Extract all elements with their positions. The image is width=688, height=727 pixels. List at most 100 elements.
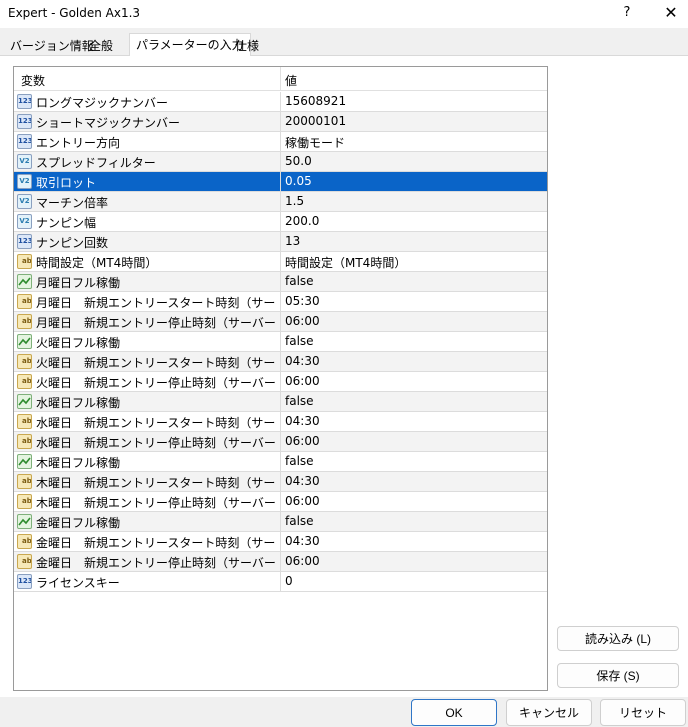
- column-divider: [280, 112, 281, 132]
- parameter-value[interactable]: 20000101: [285, 114, 540, 128]
- table-row[interactable]: 月曜日フル稼働 false: [14, 272, 547, 292]
- column-divider: [280, 272, 281, 292]
- parameter-name: 月曜日 新規エントリースタート時刻（サーバー時…: [36, 296, 276, 310]
- table-row[interactable]: 123 ナンピン回数 13: [14, 232, 547, 252]
- table-row[interactable]: 金曜日フル稼働 false: [14, 512, 547, 532]
- parameter-value[interactable]: 06:00: [285, 314, 540, 328]
- parameter-value[interactable]: false: [285, 454, 540, 468]
- reset-button[interactable]: リセット: [600, 699, 686, 726]
- parameter-name: 金曜日 新規エントリー停止時刻（サーバー時…: [36, 556, 276, 570]
- parameter-value[interactable]: 0.05: [285, 174, 540, 188]
- parameter-name: 金曜日 新規エントリースタート時刻（サーバー時…: [36, 536, 276, 550]
- tab-bar: バージョン情報 全般 パラメーターの入力 仕様: [0, 28, 688, 57]
- column-divider: [280, 312, 281, 332]
- parameter-name: 月曜日 新規エントリー停止時刻（サーバー時…: [36, 316, 276, 330]
- parameter-value[interactable]: 50.0: [285, 154, 540, 168]
- integer-type-icon: 123: [17, 234, 32, 249]
- column-header-value[interactable]: 値: [285, 72, 297, 89]
- window-title: Expert - Golden Ax1.3: [8, 6, 141, 20]
- double-type-icon: V2: [17, 154, 32, 169]
- parameter-name: 月曜日フル稼働: [36, 276, 121, 290]
- parameter-value[interactable]: 時間設定（MT4時間）: [285, 254, 540, 271]
- table-row[interactable]: V2 取引ロット 0.05: [14, 172, 547, 192]
- parameter-value[interactable]: false: [285, 394, 540, 408]
- tab-specification[interactable]: 仕様: [231, 37, 263, 56]
- parameter-value[interactable]: 04:30: [285, 534, 540, 548]
- close-icon[interactable]: ✕: [656, 1, 686, 25]
- parameter-value[interactable]: 05:30: [285, 294, 540, 308]
- string-type-icon: ab: [17, 254, 32, 269]
- string-type-icon: ab: [17, 374, 32, 389]
- table-row[interactable]: V2 マーチン倍率 1.5: [14, 192, 547, 212]
- parameter-value[interactable]: 06:00: [285, 434, 540, 448]
- table-row[interactable]: ab 木曜日 新規エントリー停止時刻（サーバー時… 06:00: [14, 492, 547, 512]
- column-divider: [280, 67, 281, 91]
- table-row[interactable]: V2 スプレッドフィルター 50.0: [14, 152, 547, 172]
- table-row[interactable]: ab 木曜日 新規エントリースタート時刻（サーバー時… 04:30: [14, 472, 547, 492]
- parameter-name: 水曜日 新規エントリースタート時刻（サーバー時…: [36, 416, 276, 430]
- save-button[interactable]: 保存 (S): [557, 663, 679, 688]
- column-divider: [280, 472, 281, 492]
- bool-type-icon: [17, 454, 32, 469]
- column-divider: [280, 372, 281, 392]
- table-row[interactable]: ab 時間設定（MT4時間） 時間設定（MT4時間）: [14, 252, 547, 272]
- table-row[interactable]: 木曜日フル稼働 false: [14, 452, 547, 472]
- table-row[interactable]: ab 月曜日 新規エントリー停止時刻（サーバー時… 06:00: [14, 312, 547, 332]
- parameter-value[interactable]: false: [285, 514, 540, 528]
- table-row[interactable]: 123 ロングマジックナンバー 15608921: [14, 92, 547, 112]
- parameter-grid[interactable]: 変数 値 123 ロングマジックナンバー 15608921 123 ショートマジックナン…: [13, 66, 548, 691]
- parameter-value[interactable]: 稼働モード: [285, 134, 540, 151]
- string-type-icon: ab: [17, 354, 32, 369]
- parameter-name: 木曜日 新規エントリースタート時刻（サーバー時…: [36, 476, 276, 490]
- parameter-value[interactable]: false: [285, 334, 540, 348]
- table-row[interactable]: ab 金曜日 新規エントリースタート時刻（サーバー時… 04:30: [14, 532, 547, 552]
- column-divider: [280, 412, 281, 432]
- parameter-name: 木曜日 新規エントリー停止時刻（サーバー時…: [36, 496, 276, 510]
- help-icon[interactable]: ?: [616, 2, 638, 24]
- cancel-button[interactable]: キャンセル: [506, 699, 592, 726]
- parameter-value[interactable]: 200.0: [285, 214, 540, 228]
- table-row[interactable]: ab 水曜日 新規エントリー停止時刻（サーバー時… 06:00: [14, 432, 547, 452]
- column-divider: [280, 352, 281, 372]
- table-row[interactable]: 123 ショートマジックナンバー 20000101: [14, 112, 547, 132]
- table-row[interactable]: ab 水曜日 新規エントリースタート時刻（サーバー時… 04:30: [14, 412, 547, 432]
- parameter-name: 取引ロット: [36, 176, 97, 190]
- parameter-value[interactable]: false: [285, 274, 540, 288]
- table-row[interactable]: ab 金曜日 新規エントリー停止時刻（サーバー時… 06:00: [14, 552, 547, 572]
- tab-version-info[interactable]: バージョン情報: [6, 37, 98, 56]
- column-divider: [280, 512, 281, 532]
- table-row[interactable]: 123 エントリー方向 稼働モード: [14, 132, 547, 152]
- column-divider: [280, 532, 281, 552]
- column-divider: [280, 152, 281, 172]
- parameter-value[interactable]: 06:00: [285, 494, 540, 508]
- load-button[interactable]: 読み込み (L): [557, 626, 679, 651]
- parameter-value[interactable]: 04:30: [285, 414, 540, 428]
- column-divider: [280, 392, 281, 412]
- parameter-value[interactable]: 1.5: [285, 194, 540, 208]
- table-row[interactable]: ab 月曜日 新規エントリースタート時刻（サーバー時… 05:30: [14, 292, 547, 312]
- table-row[interactable]: ab 火曜日 新規エントリースタート時刻（サーバー時… 04:30: [14, 352, 547, 372]
- table-row[interactable]: 火曜日フル稼働 false: [14, 332, 547, 352]
- table-row[interactable]: ab 火曜日 新規エントリー停止時刻（サーバー時… 06:00: [14, 372, 547, 392]
- ok-button[interactable]: OK: [411, 699, 497, 726]
- bool-type-icon: [17, 394, 32, 409]
- table-row[interactable]: 123 ライセンスキー 0: [14, 572, 547, 592]
- parameter-name: ナンピン幅: [36, 216, 97, 230]
- parameter-value[interactable]: 15608921: [285, 94, 540, 108]
- parameter-value[interactable]: 04:30: [285, 354, 540, 368]
- table-row[interactable]: V2 ナンピン幅 200.0: [14, 212, 547, 232]
- parameter-name: 金曜日フル稼働: [36, 516, 121, 530]
- table-row[interactable]: 水曜日フル稼働 false: [14, 392, 547, 412]
- column-divider: [280, 292, 281, 312]
- parameter-value[interactable]: 13: [285, 234, 540, 248]
- string-type-icon: ab: [17, 434, 32, 449]
- column-header-variable[interactable]: 変数: [21, 72, 45, 89]
- string-type-icon: ab: [17, 414, 32, 429]
- parameter-value[interactable]: 0: [285, 574, 540, 588]
- tab-general[interactable]: 全般: [85, 37, 117, 56]
- parameter-value[interactable]: 06:00: [285, 554, 540, 568]
- parameter-value[interactable]: 04:30: [285, 474, 540, 488]
- column-divider: [280, 552, 281, 572]
- integer-type-icon: 123: [17, 94, 32, 109]
- parameter-value[interactable]: 06:00: [285, 374, 540, 388]
